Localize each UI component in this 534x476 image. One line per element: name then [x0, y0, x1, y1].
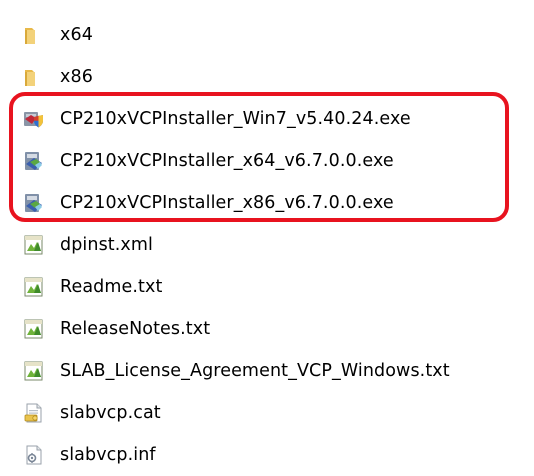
file-name: slabvcp.inf — [60, 445, 156, 465]
file-name: x86 — [60, 67, 93, 87]
file-name: dpinst.xml — [60, 235, 153, 255]
file-name: slabvcp.cat — [60, 403, 161, 423]
folder-icon — [22, 23, 46, 47]
text-document-icon — [22, 275, 46, 299]
file-item-readme[interactable]: Readme.txt — [0, 266, 534, 308]
file-name: CP210xVCPInstaller_Win7_v5.40.24.exe — [60, 109, 411, 129]
installer-shield-icon — [22, 107, 46, 131]
text-document-icon — [22, 359, 46, 383]
file-name: x64 — [60, 25, 93, 45]
file-item-installer-x64[interactable]: CP210xVCPInstaller_x64_v6.7.0.0.exe — [0, 140, 534, 182]
file-item-slabvcp-inf[interactable]: slabvcp.inf — [0, 434, 534, 476]
file-name: SLAB_License_Agreement_VCP_Windows.txt — [60, 361, 450, 381]
file-item-x86[interactable]: x86 — [0, 56, 534, 98]
file-item-release-notes[interactable]: ReleaseNotes.txt — [0, 308, 534, 350]
file-item-license-agreement[interactable]: SLAB_License_Agreement_VCP_Windows.txt — [0, 350, 534, 392]
setup-info-icon — [22, 443, 46, 467]
security-catalog-icon — [22, 401, 46, 425]
file-item-installer-x86[interactable]: CP210xVCPInstaller_x86_v6.7.0.0.exe — [0, 182, 534, 224]
text-document-icon — [22, 233, 46, 257]
installer-exe-icon — [22, 149, 46, 173]
installer-exe-icon — [22, 191, 46, 215]
file-name: CP210xVCPInstaller_x64_v6.7.0.0.exe — [60, 151, 394, 171]
file-item-dpinst-xml[interactable]: dpinst.xml — [0, 224, 534, 266]
folder-icon — [22, 65, 46, 89]
file-list: x64 x86 CP210xVCPInstaller_Win7_v5.40.24… — [0, 14, 534, 476]
file-name: CP210xVCPInstaller_x86_v6.7.0.0.exe — [60, 193, 394, 213]
file-name: Readme.txt — [60, 277, 163, 297]
file-item-slabvcp-cat[interactable]: slabvcp.cat — [0, 392, 534, 434]
file-item-installer-win7[interactable]: CP210xVCPInstaller_Win7_v5.40.24.exe — [0, 98, 534, 140]
file-name: ReleaseNotes.txt — [60, 319, 211, 339]
text-document-icon — [22, 317, 46, 341]
file-item-x64[interactable]: x64 — [0, 14, 534, 56]
